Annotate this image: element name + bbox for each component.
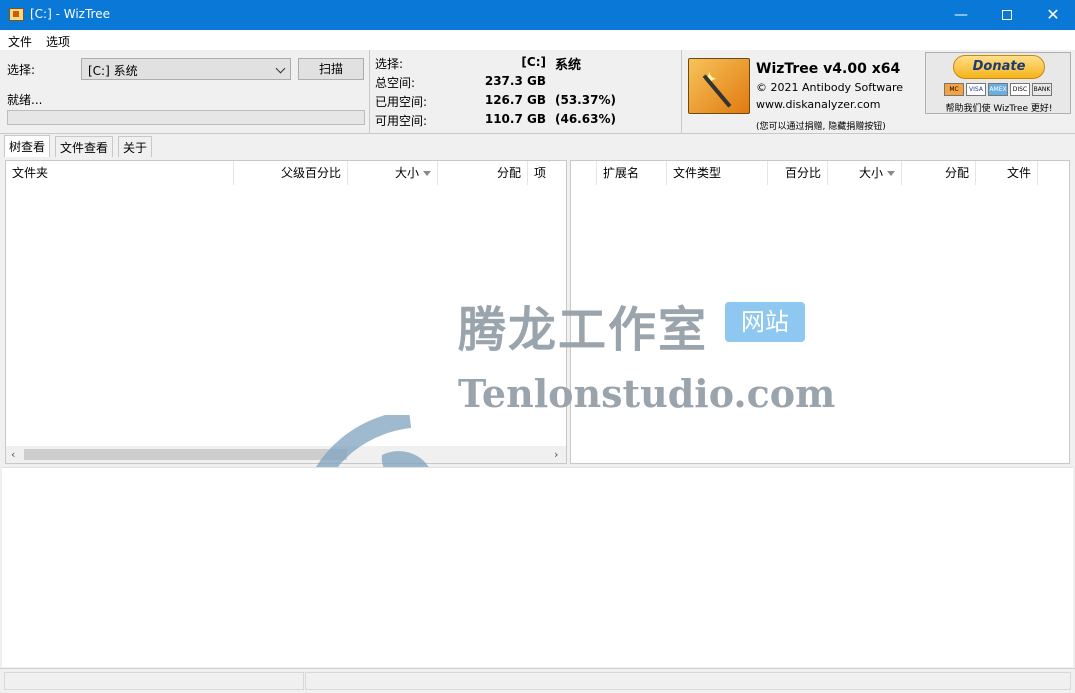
- watermark-text-cn: 腾龙工作室: [458, 302, 709, 358]
- info-drive: [C:]: [521, 55, 546, 69]
- title-bar: [C:] - WizTree — ✕: [0, 0, 1075, 30]
- sort-desc-icon: [423, 171, 431, 176]
- bank-icon: BANK: [1032, 83, 1052, 96]
- scroll-left-icon[interactable]: ‹: [11, 448, 15, 461]
- column-ext-size[interactable]: 大小: [828, 161, 902, 185]
- select-label: 选择:: [7, 63, 36, 77]
- website-link[interactable]: www.diskanalyzer.com: [756, 98, 881, 111]
- horizontal-scrollbar[interactable]: ‹ ›: [6, 446, 566, 463]
- tab-tree-view[interactable]: 树查看: [4, 135, 51, 157]
- maximize-button[interactable]: [984, 0, 1030, 30]
- window-title: [C:] - WizTree: [30, 7, 110, 21]
- menu-bar: 文件 选项: [0, 30, 1075, 50]
- app-icon: [9, 8, 24, 21]
- used-space-percent: (53.37%): [555, 93, 616, 107]
- mastercard-icon: MC: [944, 83, 964, 96]
- column-ext-allocated[interactable]: 分配: [902, 161, 976, 185]
- column-size-label: 大小: [394, 166, 419, 180]
- status-text: 就绪...: [7, 93, 43, 107]
- scan-progress-bar: [7, 110, 365, 125]
- status-segment-left: [4, 672, 304, 690]
- donate-panel[interactable]: Donate MC VISA AMEX DISC BANK 帮助我们使 WizT…: [925, 52, 1071, 114]
- treemap-area[interactable]: [2, 467, 1073, 667]
- minimize-button[interactable]: —: [938, 0, 984, 30]
- donate-button[interactable]: Donate: [953, 55, 1045, 79]
- donate-hide-note: (您可以通过捐赠, 隐藏捐赠按钮): [756, 122, 886, 132]
- free-space-label: 可用空间:: [375, 114, 428, 128]
- menu-file[interactable]: 文件: [8, 33, 32, 50]
- free-space-value: 110.7 GB: [484, 112, 546, 126]
- tab-file-view[interactable]: 文件查看: [55, 136, 114, 157]
- column-files[interactable]: 文件: [976, 161, 1038, 185]
- column-size[interactable]: 大小: [348, 161, 438, 185]
- status-bar: [0, 668, 1075, 693]
- drive-select[interactable]: [C:] 系统: [81, 58, 291, 80]
- column-parent-percent[interactable]: 父级百分比: [234, 161, 348, 185]
- column-folder[interactable]: 文件夹: [6, 161, 234, 185]
- scan-button[interactable]: 扫描: [298, 58, 364, 80]
- wiztree-logo-icon[interactable]: ✦: [688, 58, 750, 114]
- column-file-type[interactable]: 文件类型: [667, 161, 768, 185]
- info-drive-name: 系统: [555, 58, 582, 73]
- total-space-label: 总空间:: [375, 76, 416, 90]
- copyright-text: © 2021 Antibody Software: [756, 81, 904, 94]
- content-area: 文件夹 父级百分比 大小 分配 项 ‹ › 扩展名 文件类型 百分比 大小 分配…: [0, 157, 1075, 595]
- product-name: WizTree v4.00 x64: [756, 61, 901, 77]
- menu-options[interactable]: 选项: [46, 33, 70, 50]
- discover-icon: DISC: [1010, 83, 1030, 96]
- column-allocated[interactable]: 分配: [438, 161, 528, 185]
- used-space-label: 已用空间:: [375, 95, 428, 109]
- total-space-value: 237.3 GB: [484, 74, 546, 88]
- column-items[interactable]: 项: [528, 161, 568, 185]
- column-extension[interactable]: 扩展名: [597, 161, 667, 185]
- watermark-badge: 网站: [725, 302, 805, 342]
- drive-select-value: [C:] 系统: [88, 64, 138, 78]
- scroll-right-icon[interactable]: ›: [554, 448, 558, 461]
- divider: [369, 50, 370, 134]
- status-segment-right: [305, 672, 1071, 690]
- column-color[interactable]: [571, 161, 597, 185]
- sort-desc-icon: [887, 171, 895, 176]
- free-space-percent: (46.63%): [555, 112, 616, 126]
- visa-icon: VISA: [966, 83, 986, 96]
- donate-caption: 帮助我们使 WizTree 更好!: [945, 104, 1053, 114]
- amex-icon: AMEX: [988, 83, 1008, 96]
- info-select-label: 选择:: [375, 57, 404, 71]
- column-ext-size-label: 大小: [858, 166, 883, 180]
- tab-about[interactable]: 关于: [118, 136, 153, 157]
- close-button[interactable]: ✕: [1030, 0, 1075, 30]
- column-percent[interactable]: 百分比: [768, 161, 828, 185]
- used-space-value: 126.7 GB: [484, 93, 546, 107]
- watermark-text-en: Tenlonstudio.com: [458, 371, 836, 416]
- payment-cards: MC VISA AMEX DISC BANK: [944, 83, 1054, 97]
- divider: [681, 50, 682, 134]
- top-panel: 选择: [C:] 系统 扫描 就绪... 选择: [C:] 系统 总空间: 23…: [0, 50, 1075, 134]
- maximize-icon: [1002, 10, 1012, 20]
- view-tabs: 树查看 文件查看 关于: [0, 135, 1075, 157]
- chevron-down-icon: [275, 63, 286, 74]
